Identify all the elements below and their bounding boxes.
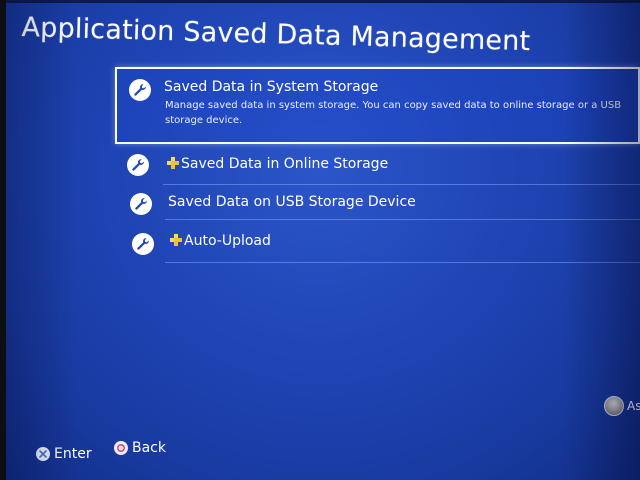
wrench-icon — [130, 193, 152, 215]
wrench-icon — [129, 79, 151, 101]
avatar — [604, 396, 624, 416]
back-button[interactable]: Back — [114, 440, 166, 456]
wrench-icon — [132, 233, 154, 255]
cross-button-icon — [36, 447, 50, 461]
user-name: Ash — [627, 399, 640, 413]
menu-item-usb-storage[interactable]: Saved Data on USB Storage Device — [115, 187, 640, 225]
back-label: Back — [132, 440, 166, 456]
menu-item-description: Manage saved data in system storage. You… — [165, 100, 622, 126]
menu-divider — [165, 219, 640, 220]
menu-item-system-storage[interactable]: Saved Data in System Storage Manage save… — [115, 67, 640, 144]
menu-item-label: Saved Data in System Storage — [164, 79, 379, 95]
screen: Application Saved Data Management Saved … — [0, 0, 640, 480]
circle-button-icon — [114, 441, 128, 455]
enter-button[interactable]: Enter — [36, 446, 92, 462]
menu-divider — [165, 262, 640, 263]
menu-item-label: Saved Data on USB Storage Device — [168, 194, 416, 210]
menu-item-online-storage[interactable]: Saved Data in Online Storage — [115, 148, 640, 186]
menu-list: Saved Data in System Storage Manage save… — [0, 0, 640, 480]
menu-item-label: Auto-Upload — [184, 233, 271, 249]
menu-item-label: Saved Data in Online Storage — [181, 156, 389, 172]
menu-item-auto-upload[interactable]: Auto-Upload — [115, 226, 640, 266]
enter-label: Enter — [54, 446, 92, 462]
wrench-icon — [127, 154, 149, 176]
ps-plus-icon — [170, 234, 182, 250]
menu-divider — [163, 184, 640, 185]
user-indicator[interactable]: Ash — [604, 396, 640, 416]
ps-plus-icon — [167, 157, 179, 173]
